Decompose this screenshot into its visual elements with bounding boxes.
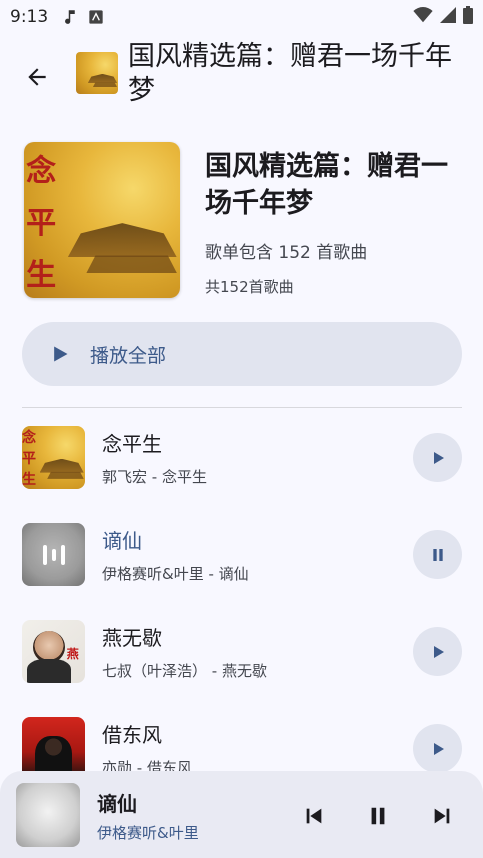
play-icon bbox=[54, 346, 68, 362]
arrow-back-icon bbox=[28, 68, 46, 86]
play-icon bbox=[433, 742, 444, 755]
cover-calligraphy-char: 生 bbox=[26, 258, 57, 293]
play-all-button[interactable]: 播放全部 bbox=[22, 322, 462, 386]
pause-icon bbox=[432, 548, 443, 561]
app-notification-icon bbox=[88, 9, 104, 25]
mini-player-title: 谪仙 bbox=[97, 792, 137, 816]
skip-next-icon bbox=[434, 808, 450, 824]
page-title: 国风精选篇：赠君一场千年梦 bbox=[128, 41, 452, 106]
song-title: 燕无歇 bbox=[102, 626, 162, 650]
mini-player[interactable]: 谪仙 伊格赛听&叶里 bbox=[0, 771, 483, 858]
song-play-button[interactable] bbox=[413, 433, 462, 482]
song-pause-button[interactable] bbox=[413, 530, 462, 579]
music-note-icon bbox=[62, 8, 80, 26]
wifi-icon bbox=[413, 6, 433, 28]
status-bar: 9:13 bbox=[0, 0, 483, 34]
playlist-cover-art: 念 平 生 bbox=[24, 142, 180, 298]
signal-icon bbox=[439, 6, 457, 28]
play-icon bbox=[433, 451, 444, 464]
previous-button[interactable] bbox=[297, 799, 331, 833]
mini-player-artist: 伊格赛听&叶里 bbox=[97, 824, 199, 842]
cover-calligraphy-char: 平 bbox=[26, 206, 57, 241]
song-cover-art: 念平生 bbox=[22, 426, 85, 489]
next-button[interactable] bbox=[425, 799, 459, 833]
song-play-button[interactable] bbox=[413, 724, 462, 773]
playlist-song-count: 共152首歌曲 bbox=[205, 278, 294, 296]
status-time: 9:13 bbox=[10, 7, 49, 27]
song-row[interactable]: 谪仙 伊格赛听&叶里 - 谪仙 bbox=[0, 517, 483, 597]
song-title: 借东风 bbox=[102, 723, 162, 747]
song-cover-art: 燕 bbox=[22, 620, 85, 683]
equalizer-icon bbox=[22, 523, 85, 586]
top-app-bar: 国风精选篇：赠君一场千年梦 bbox=[0, 34, 483, 118]
playlist-title: 国风精选篇：赠君一场千年梦 bbox=[205, 151, 448, 219]
song-title: 念平生 bbox=[102, 432, 162, 456]
song-play-button[interactable] bbox=[413, 627, 462, 676]
song-row[interactable]: 念平生 念平生 郭飞宏 - 念平生 bbox=[0, 420, 483, 500]
play-all-label: 播放全部 bbox=[90, 344, 167, 367]
song-artist: 七叔（叶泽浩） - 燕无歇 bbox=[102, 662, 267, 680]
song-cover-art bbox=[22, 523, 85, 586]
back-button[interactable] bbox=[16, 56, 58, 98]
pause-icon bbox=[371, 807, 385, 825]
cover-calligraphy-char: 念 bbox=[26, 154, 57, 189]
header-cover-art bbox=[76, 52, 118, 94]
divider bbox=[22, 407, 462, 408]
cover-art-text: 燕 bbox=[66, 647, 79, 662]
song-row[interactable]: 燕 燕无歇 七叔（叶泽浩） - 燕无歇 bbox=[0, 614, 483, 694]
battery-icon bbox=[463, 5, 473, 29]
song-title: 谪仙 bbox=[102, 529, 142, 553]
mini-player-cover-art bbox=[16, 783, 80, 847]
song-artist: 郭飞宏 - 念平生 bbox=[102, 468, 207, 486]
skip-previous-icon bbox=[306, 808, 322, 824]
playlist-description: 歌单包含 152 首歌曲 bbox=[205, 243, 368, 263]
play-icon bbox=[433, 645, 444, 658]
song-artist: 伊格赛听&叶里 - 谪仙 bbox=[102, 565, 249, 583]
pause-button[interactable] bbox=[361, 799, 395, 833]
